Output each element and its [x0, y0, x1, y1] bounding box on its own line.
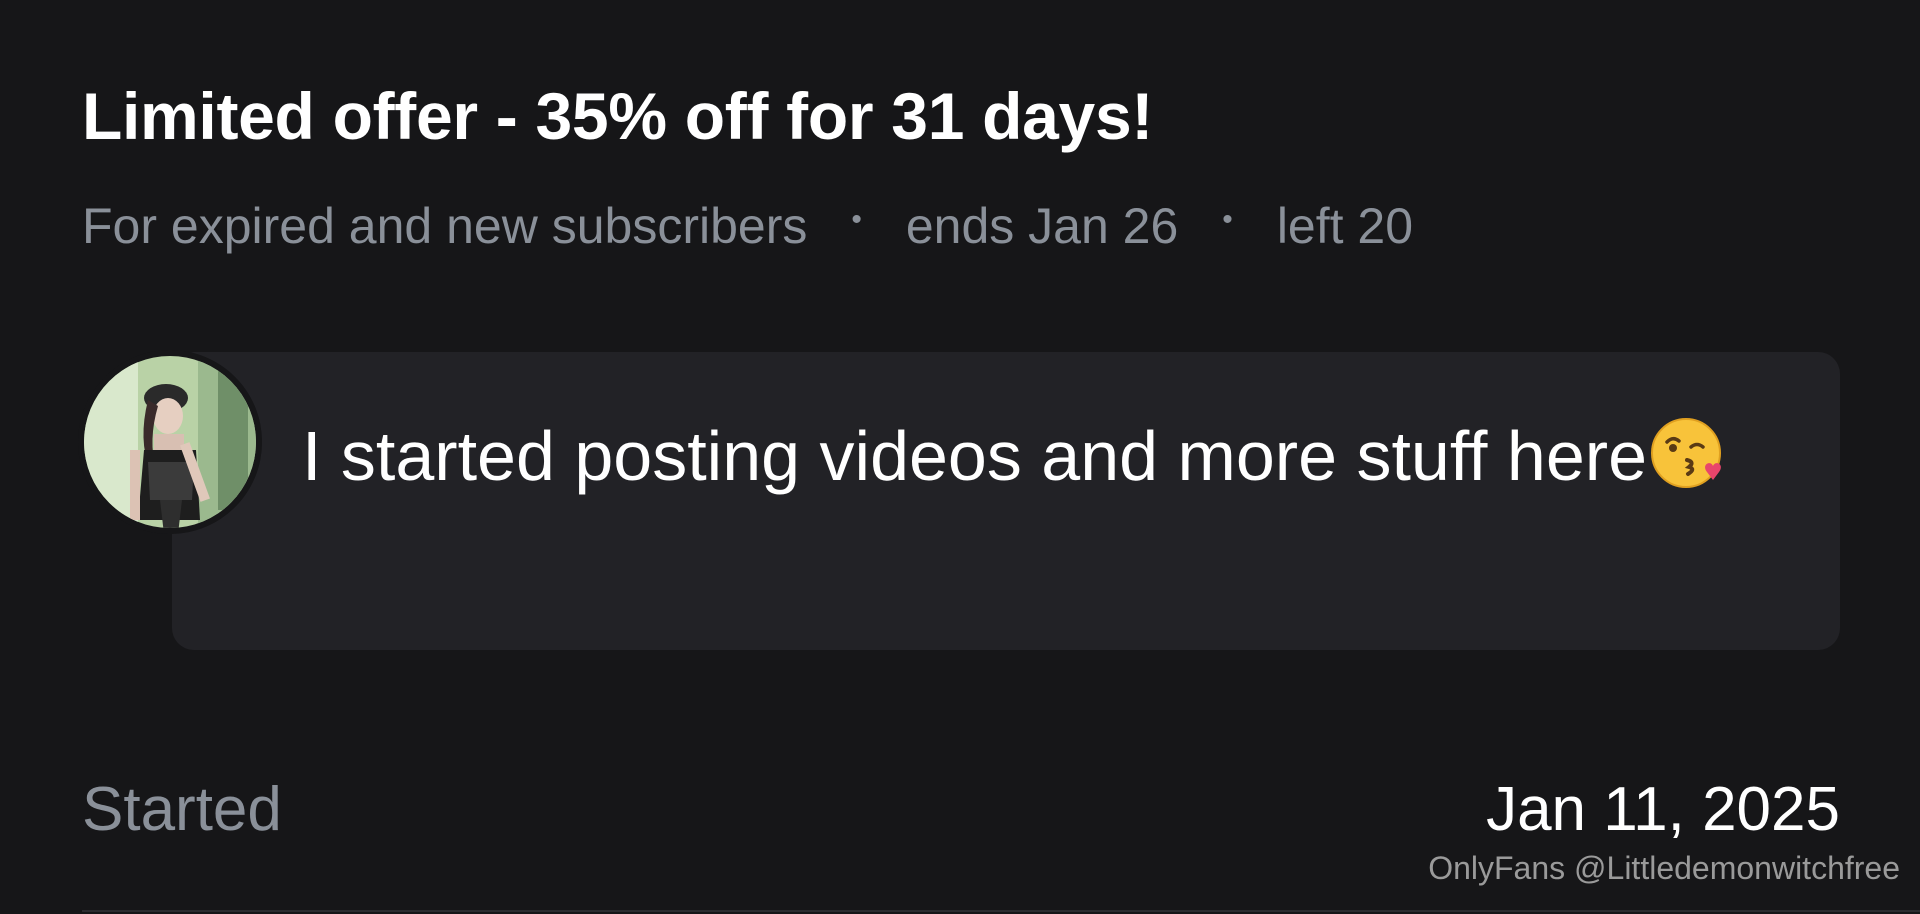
avatar[interactable]: [78, 350, 262, 534]
avatar-image: [78, 350, 262, 534]
offer-left: left 20: [1276, 198, 1414, 254]
face-blowing-a-kiss-icon: [1649, 410, 1727, 526]
separator-dot: •: [1222, 203, 1233, 236]
offer-audience: For expired and new subscribers: [82, 198, 808, 254]
started-label: Started: [82, 775, 282, 844]
separator-dot: •: [851, 203, 862, 236]
offer-meta: For expired and new subscribers • ends J…: [82, 197, 1413, 255]
message-text: I started posting videos and more stuff …: [302, 398, 1802, 526]
started-date: Jan 11, 2025: [1486, 775, 1840, 844]
watermark: OnlyFans @Littledemonwitchfree: [1428, 850, 1900, 886]
offer-title: Limited offer - 35% off for 31 days!: [82, 79, 1154, 153]
offer-ends: ends Jan 26: [905, 198, 1179, 254]
message-body: I started posting videos and more stuff …: [302, 417, 1648, 495]
divider: [82, 910, 1920, 912]
